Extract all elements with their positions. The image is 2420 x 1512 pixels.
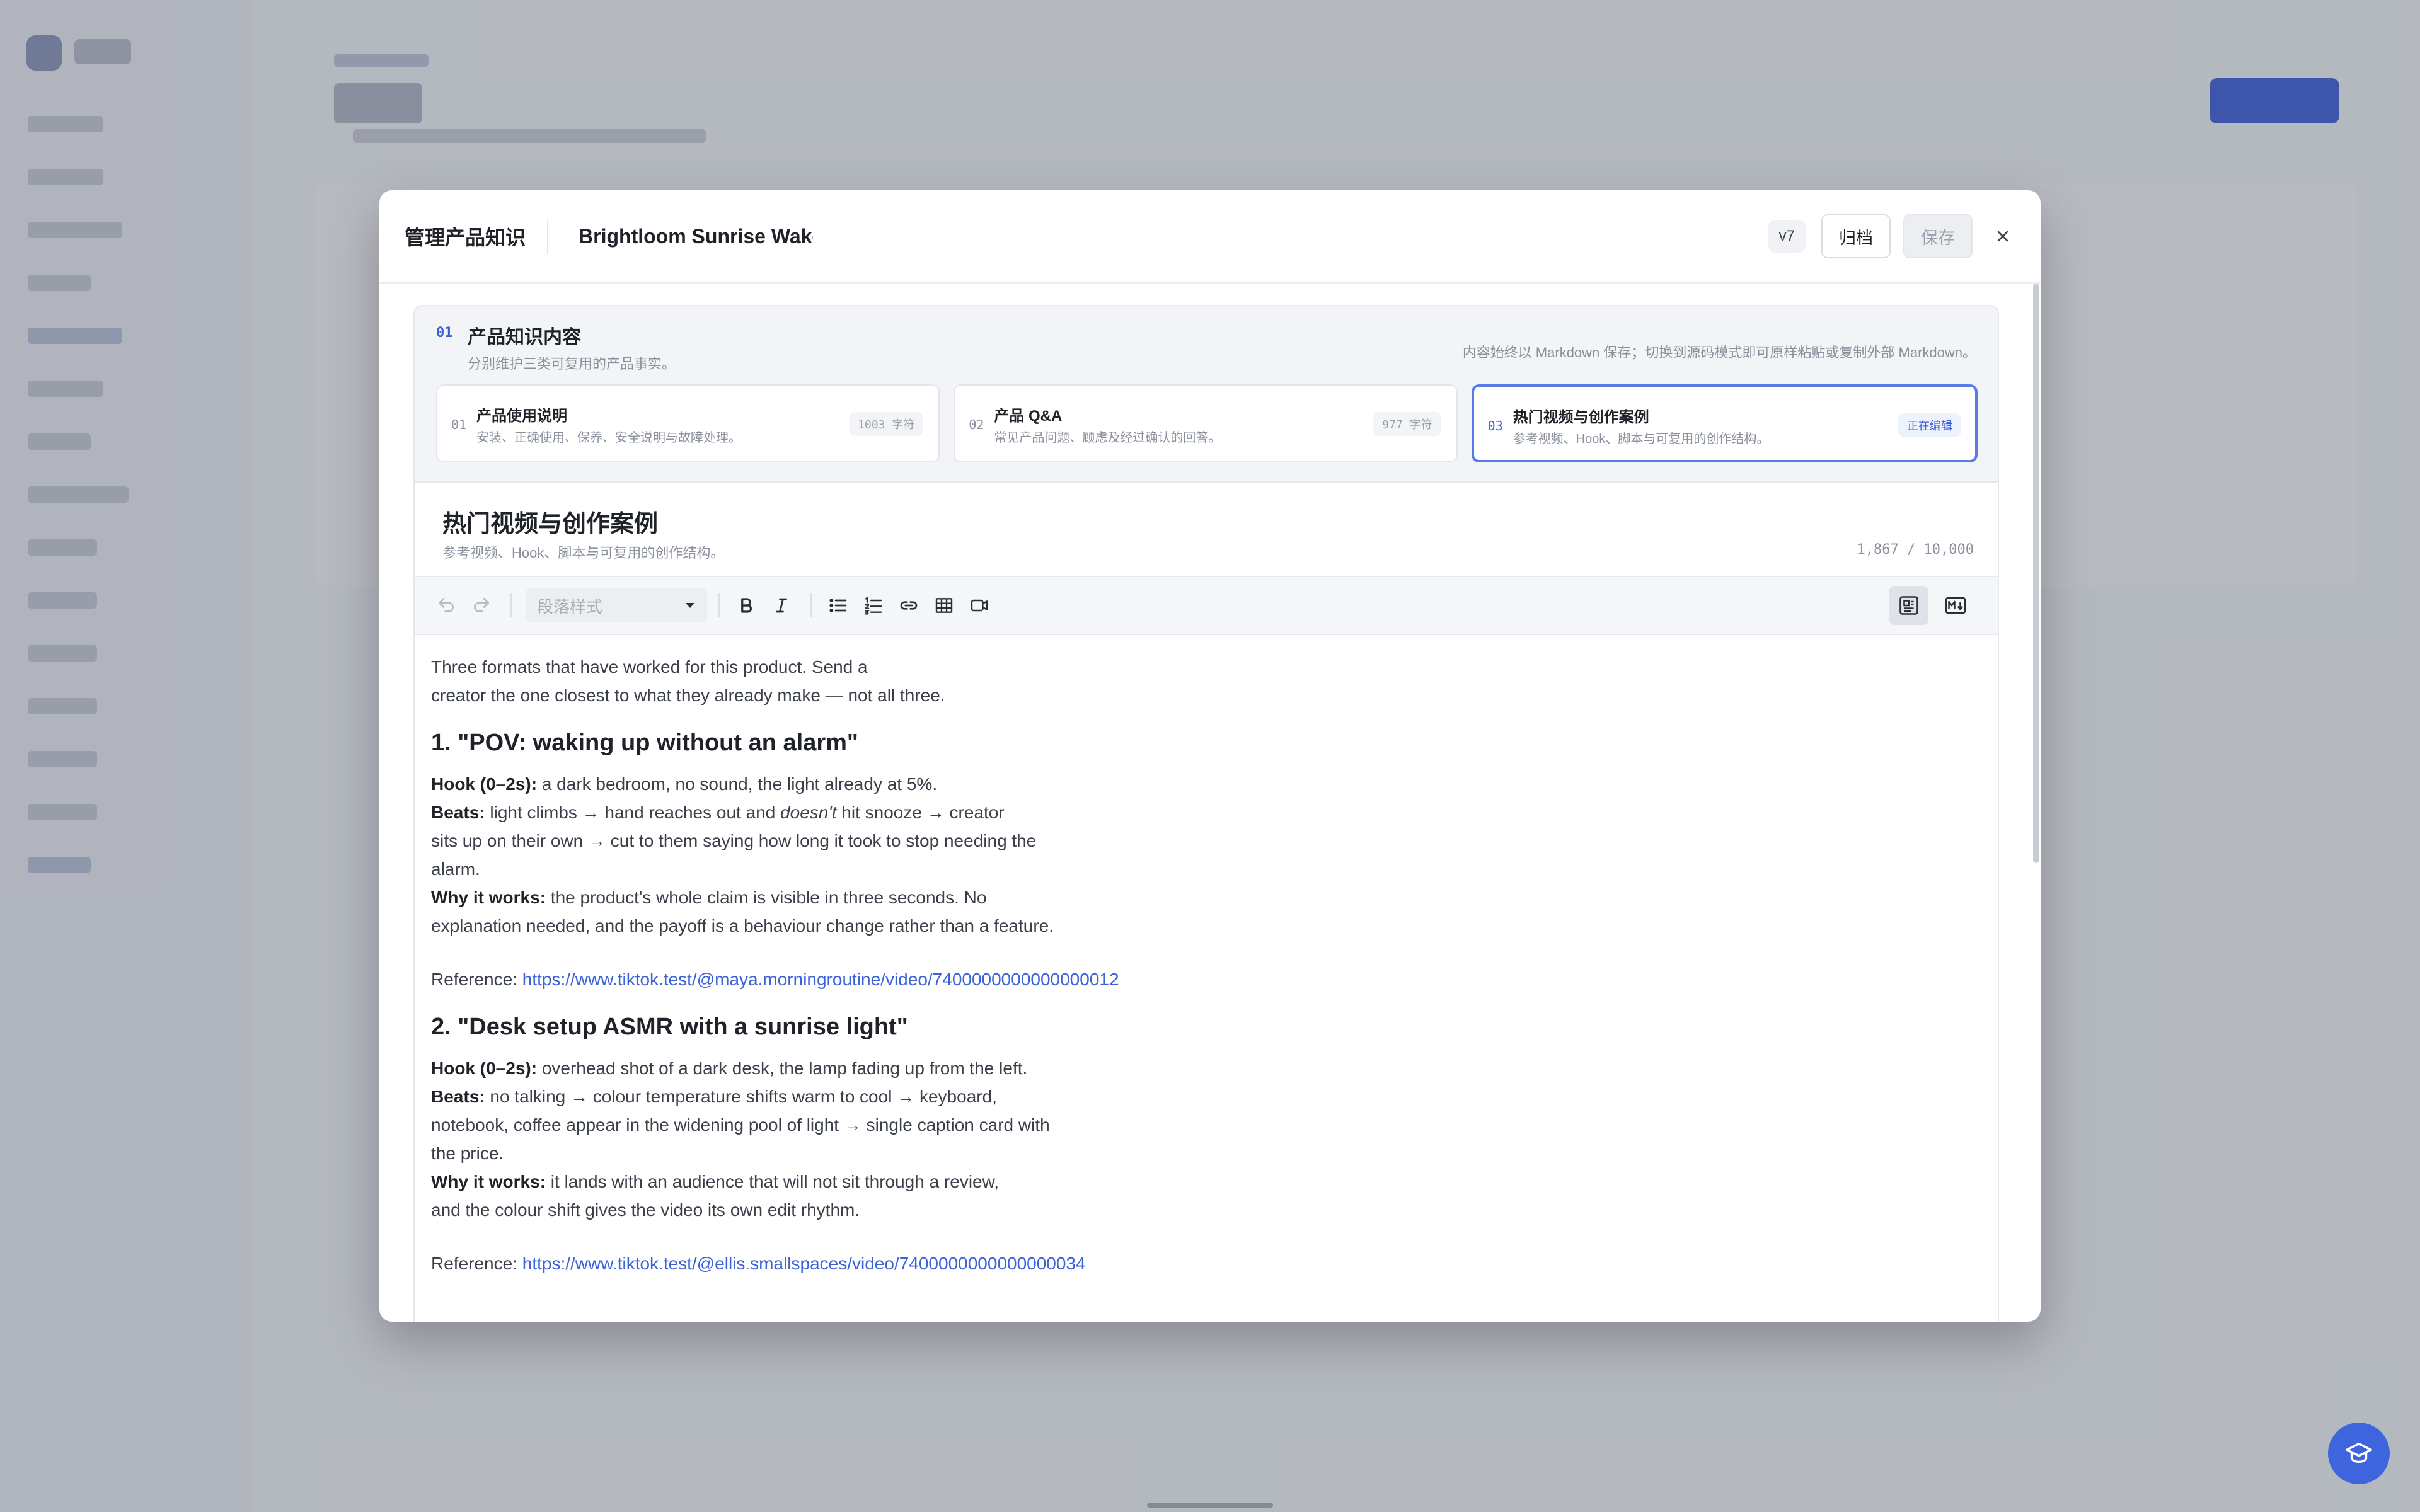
modal-header: 管理产品知识 Brightloom Sunrise Wake v7 归档 保存 [379, 190, 2041, 284]
numbered-list-button[interactable] [861, 593, 886, 618]
format-2-reference: Reference: https://www.tiktok.test/@elli… [431, 1254, 1086, 1273]
tab-char-count: 977 字符 [1373, 412, 1441, 436]
rich-text-mode-icon [1899, 596, 1918, 615]
format-heading-2: 2. "Desk setup ASMR with a sunrise light… [431, 1014, 908, 1040]
tab-number: 03 [1487, 418, 1503, 433]
intro-paragraph: Three formats that have worked for this … [431, 657, 945, 705]
tab-product-qa[interactable]: 02 产品 Q&A 常见产品问题、顾虑及经过确认的回答。 977 字符 [954, 384, 1458, 462]
save-button[interactable]: 保存 [1903, 214, 1973, 258]
undo-button[interactable] [434, 593, 459, 618]
editor-toolbar: 段落样式 [415, 577, 1998, 635]
markdown-mode-icon [1945, 597, 1966, 614]
reference-link-1[interactable]: https://www.tiktok.test/@maya.morningrou… [522, 970, 1119, 989]
editor-subtitle: 参考视频、Hook、脚本与可复用的创作结构。 [442, 545, 725, 561]
tab-title: 产品 Q&A [994, 408, 1063, 425]
archive-button[interactable]: 归档 [1821, 214, 1891, 258]
video-button[interactable] [967, 593, 992, 618]
format-2-details: Hook (0–2s): overhead shot of a dark des… [431, 1058, 1050, 1220]
bullet-list-icon [829, 598, 847, 612]
character-count: 1,867 / 10,000 [1857, 542, 1974, 558]
paragraph-style-label: 段落样式 [537, 597, 603, 616]
link-icon [900, 601, 918, 610]
caret-down-icon [686, 603, 694, 608]
section-title: 产品知识内容 [468, 327, 581, 348]
table-icon [935, 598, 953, 613]
toolbar-divider [810, 593, 812, 617]
paragraph-style-select[interactable]: 段落样式 [526, 588, 707, 622]
knowledge-type-tabs: 01 产品使用说明 安装、正确使用、保养、安全说明与故障处理。 1003 字符 … [436, 384, 1978, 462]
redo-icon [474, 598, 489, 612]
header-divider [547, 219, 549, 254]
tab-title: 热门视频与创作案例 [1512, 409, 1649, 426]
tab-title: 产品使用说明 [476, 408, 567, 425]
italic-icon [776, 598, 787, 613]
editor-mode-switch [1889, 586, 1975, 625]
redo-button[interactable] [469, 593, 494, 618]
modal-body: 01 产品知识内容 分别维护三类可复用的产品事实。 内容始终以 Markdown… [379, 284, 2041, 1322]
tab-product-manual[interactable]: 01 产品使用说明 安装、正确使用、保养、安全说明与故障处理。 1003 字符 [436, 384, 940, 462]
undo-icon [439, 598, 454, 612]
markdown-mode-button[interactable] [1936, 586, 1975, 625]
tab-description: 参考视频、Hook、脚本与可复用的创作结构。 [1512, 432, 1770, 446]
bullet-list-button[interactable] [826, 593, 851, 618]
tab-number: 01 [451, 417, 467, 432]
close-button[interactable] [1990, 224, 2015, 249]
link-button[interactable] [896, 593, 921, 618]
table-button[interactable] [931, 593, 957, 618]
modal-title: 管理产品知识 [405, 226, 526, 249]
editor-content[interactable]: Three formats that have worked for this … [415, 635, 1158, 1278]
version-badge: v7 [1767, 220, 1806, 253]
close-icon [1997, 231, 2008, 242]
section-header: 01 产品知识内容 分别维护三类可复用的产品事实。 内容始终以 Markdown… [436, 321, 1976, 372]
knowledge-content-section: 01 产品知识内容 分别维护三类可复用的产品事实。 内容始终以 Markdown… [413, 305, 1999, 1322]
help-button[interactable] [2328, 1423, 2390, 1484]
section-number: 01 [436, 325, 453, 341]
italic-button[interactable] [769, 593, 794, 618]
rich-text-mode-button[interactable] [1889, 586, 1928, 625]
tab-number: 02 [969, 417, 984, 432]
manage-product-knowledge-modal: 管理产品知识 Brightloom Sunrise Wake v7 归档 保存 … [379, 190, 2041, 1322]
graduation-cap-icon [2346, 1442, 2372, 1463]
tab-description: 常见产品问题、顾虑及经过确认的回答。 [994, 431, 1221, 445]
editor-header: 热门视频与创作案例 参考视频、Hook、脚本与可复用的创作结构。 1,867 /… [415, 483, 1998, 577]
bold-icon [741, 598, 752, 613]
numbered-list-icon [865, 596, 882, 615]
editor-title: 热门视频与创作案例 [442, 511, 659, 537]
tab-char-count: 1003 字符 [849, 412, 924, 436]
modal-scrollbar[interactable] [2033, 284, 2039, 863]
reference-link-2[interactable]: https://www.tiktok.test/@ellis.smallspac… [522, 1254, 1086, 1273]
format-1-reference: Reference: https://www.tiktok.test/@maya… [431, 970, 1119, 989]
markdown-note: 内容始终以 Markdown 保存；切换到源码模式即可原样粘贴或复制外部 Mar… [1462, 345, 1976, 360]
toolbar-divider [510, 593, 512, 617]
video-icon [971, 599, 988, 612]
editing-status-badge: 正在编辑 [1898, 413, 1961, 437]
section-subtitle: 分别维护三类可复用的产品事实。 [468, 356, 676, 372]
markdown-editor: 热门视频与创作案例 参考视频、Hook、脚本与可复用的创作结构。 1,867 /… [415, 481, 1998, 1322]
tab-popular-videos[interactable]: 03 热门视频与创作案例 参考视频、Hook、脚本与可复用的创作结构。 正在编辑 [1471, 384, 1978, 462]
format-heading-1: 1. "POV: waking up without an alarm" [431, 730, 858, 756]
bold-button[interactable] [734, 593, 759, 618]
format-1-details: Hook (0–2s): a dark bedroom, no sound, t… [431, 774, 1054, 936]
toolbar-divider [718, 593, 720, 617]
tab-description: 安装、正确使用、保养、安全说明与故障处理。 [476, 431, 741, 445]
product-name: Brightloom Sunrise Wake [579, 224, 814, 248]
